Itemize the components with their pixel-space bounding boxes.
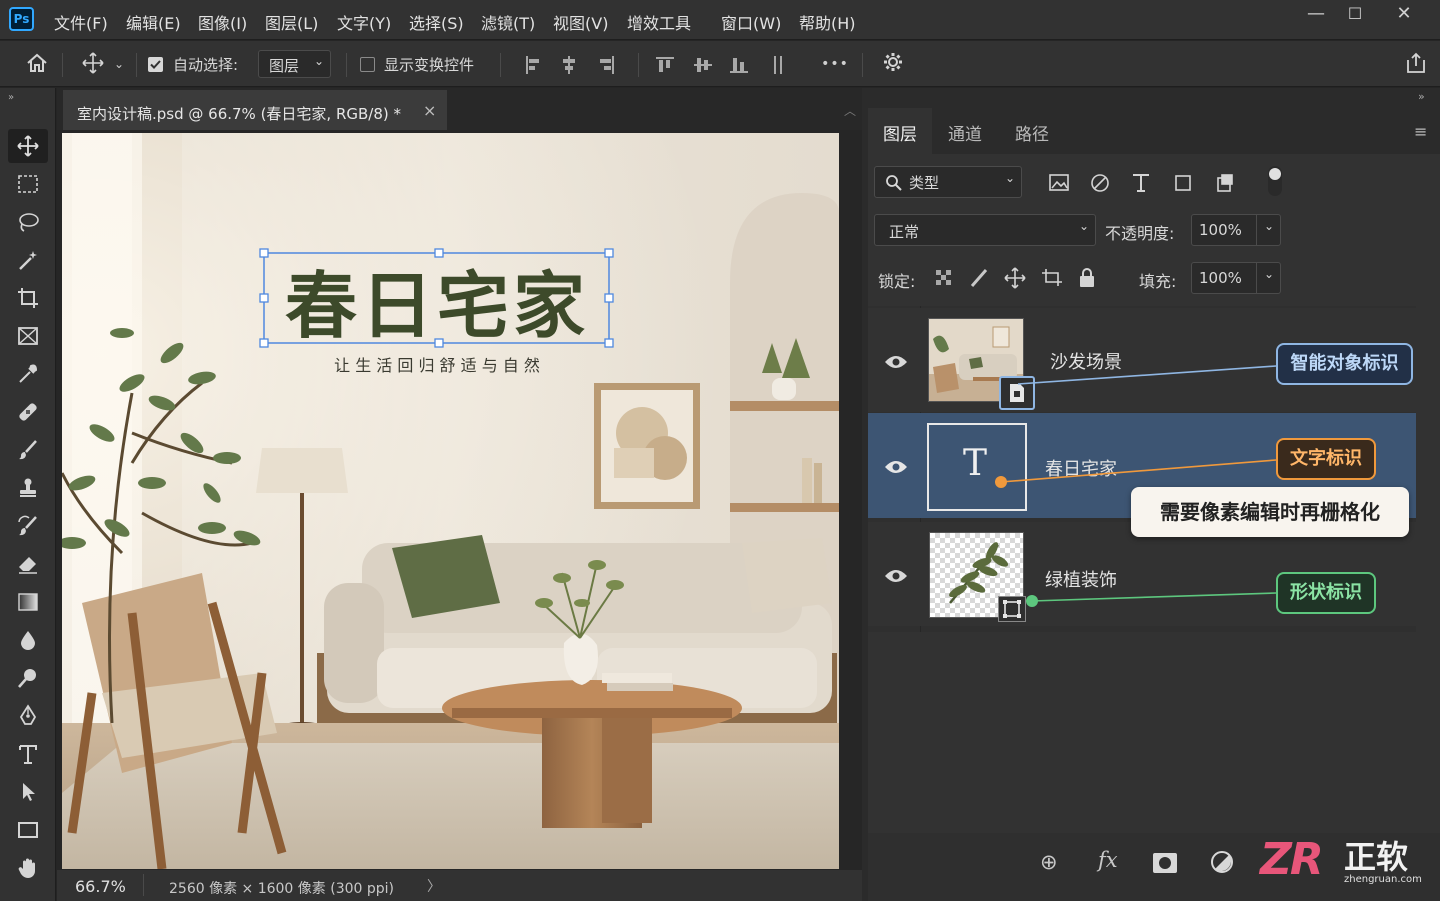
- path-selection-tool-icon[interactable]: [14, 780, 42, 808]
- document-tab[interactable]: 室内设计稿.psd @ 66.7% (春日宅家, RGB/8) * ×: [63, 90, 447, 130]
- text-layer-callout: 文字标识: [1276, 438, 1376, 480]
- interior-photo: 春日宅家 让 生 活 回 归 舒 适 与 自 然: [62, 133, 839, 869]
- home-icon[interactable]: [22, 51, 52, 77]
- distribute-icons[interactable]: [650, 53, 800, 77]
- menu-filter[interactable]: 滤镜(T): [481, 10, 535, 34]
- more-options-button[interactable]: •••: [820, 51, 850, 77]
- watermark: ZR 正软 zhengruan.com: [1258, 832, 1438, 892]
- menu-bar: Ps 文件(F) 编辑(E) 图像(I) 图层(L) 文字(Y) 选择(S) 滤…: [0, 0, 1440, 40]
- shape-layer-callout: 形状标识: [1276, 572, 1376, 614]
- adjustment-layer-icon[interactable]: [1210, 850, 1234, 874]
- watermark-text: 正软: [1344, 838, 1409, 876]
- menu-edit[interactable]: 编辑(E): [126, 10, 181, 34]
- chevron-up-icon[interactable]: ︿: [844, 102, 856, 119]
- menu-layer[interactable]: 图层(L): [265, 10, 318, 34]
- blur-tool-icon[interactable]: [14, 628, 42, 656]
- share-icon[interactable]: [1401, 51, 1431, 77]
- chevron-down-icon[interactable]: ⌄: [111, 51, 127, 77]
- show-transform-checkbox[interactable]: [360, 57, 375, 72]
- maximize-button[interactable]: ☐: [1332, 0, 1378, 30]
- dodge-tool-icon[interactable]: [14, 666, 42, 694]
- menu-image[interactable]: 图像(I): [198, 10, 247, 34]
- collapse-panels-icon[interactable]: »: [1418, 90, 1425, 103]
- lasso-tool-icon[interactable]: [14, 210, 42, 238]
- hand-tool-icon[interactable]: [14, 856, 42, 884]
- show-transform-label: 显示变换控件: [384, 56, 475, 74]
- type-tool-icon[interactable]: [14, 742, 42, 770]
- marquee-tool-icon[interactable]: [14, 172, 42, 200]
- canvas-area[interactable]: 春日宅家 让 生 活 回 归 舒 适 与 自 然: [57, 130, 862, 870]
- document-title: 室内设计稿.psd @ 66.7% (春日宅家, RGB/8) *: [77, 105, 402, 123]
- status-menu-arrow[interactable]: 〉: [427, 876, 441, 896]
- stamp-tool-icon[interactable]: [14, 476, 42, 504]
- zoom-level[interactable]: 66.7%: [75, 877, 126, 896]
- add-mask-icon[interactable]: [1152, 852, 1178, 874]
- chevron-down-icon: ⌄: [313, 54, 324, 68]
- smart-object-callout: 智能对象标识: [1276, 343, 1413, 385]
- document-tab-bar: 室内设计稿.psd @ 66.7% (春日宅家, RGB/8) * × ︿: [57, 88, 862, 130]
- expand-toolbar-icon[interactable]: »: [8, 92, 14, 103]
- close-window-button[interactable]: ✕: [1381, 0, 1427, 30]
- healing-brush-tool-icon[interactable]: [14, 400, 42, 428]
- rasterize-tip: 需要像素编辑时再栅格化: [1131, 487, 1409, 537]
- close-tab-button[interactable]: ×: [423, 101, 436, 120]
- tagline-text: 让 生 活 回 归 舒 适 与 自 然: [334, 356, 540, 375]
- magic-wand-tool-icon[interactable]: [14, 248, 42, 276]
- gear-icon[interactable]: [880, 51, 906, 77]
- align-icons[interactable]: [520, 53, 630, 77]
- menu-select[interactable]: 选择(S): [409, 10, 464, 34]
- status-bar: 66.7% 2560 像素 × 1600 像素 (300 ppi) 〉: [57, 870, 862, 901]
- layers-panel: 图层 通道 路径 ≡ 类型 ⌄ 正常 ⌄ 不透明度: 100% ⌄ 锁定: 填充…: [868, 108, 1440, 901]
- auto-select-checkbox[interactable]: [148, 57, 163, 72]
- move-tool-icon[interactable]: [8, 129, 48, 163]
- menu-type[interactable]: 文字(Y): [337, 10, 391, 34]
- options-bar: ⌄ 自动选择: 图层 ⌄ 显示变换控件 •••: [0, 41, 1440, 87]
- tools-panel: »: [0, 88, 56, 901]
- auto-select-target-dropdown[interactable]: 图层 ⌄: [258, 50, 331, 78]
- link-layers-icon[interactable]: ⊕: [1040, 850, 1058, 874]
- move-tool-icon[interactable]: [78, 51, 108, 77]
- watermark-url: zhengruan.com: [1344, 874, 1422, 885]
- eraser-tool-icon[interactable]: [14, 552, 42, 580]
- photoshop-logo[interactable]: Ps: [9, 7, 34, 31]
- menu-plugins[interactable]: 增效工具: [627, 10, 691, 34]
- brush-tool-icon[interactable]: [14, 438, 42, 466]
- menu-window[interactable]: 窗口(W): [721, 10, 781, 34]
- fx-icon[interactable]: fx: [1098, 848, 1118, 872]
- auto-select-label: 自动选择:: [173, 56, 239, 74]
- pen-tool-icon[interactable]: [14, 704, 42, 732]
- auto-select-target-value: 图层: [269, 57, 300, 75]
- document-dimensions: 2560 像素 × 1600 像素 (300 ppi): [169, 881, 394, 897]
- crop-tool-icon[interactable]: [14, 286, 42, 314]
- history-brush-tool-icon[interactable]: [14, 514, 42, 542]
- menu-file[interactable]: 文件(F): [54, 10, 108, 34]
- rectangle-tool-icon[interactable]: [14, 818, 42, 846]
- headline-text: 春日宅家: [285, 263, 589, 348]
- document-canvas[interactable]: 春日宅家 让 生 活 回 归 舒 适 与 自 然: [62, 133, 839, 869]
- watermark-logo: ZR: [1260, 834, 1324, 885]
- eyedropper-tool-icon[interactable]: [14, 362, 42, 390]
- menu-view[interactable]: 视图(V): [553, 10, 608, 34]
- menu-help[interactable]: 帮助(H): [799, 10, 856, 34]
- gradient-tool-icon[interactable]: [14, 590, 42, 618]
- frame-tool-icon[interactable]: [14, 324, 42, 352]
